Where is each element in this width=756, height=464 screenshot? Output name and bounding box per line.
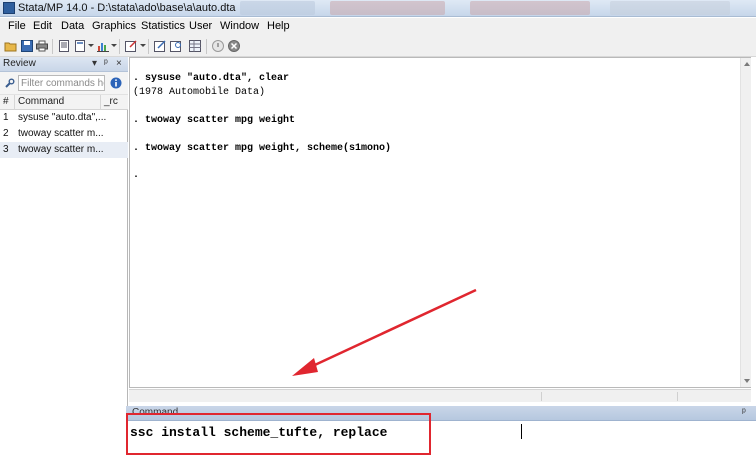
review-row[interactable]: 2 twoway scatter m... <box>0 126 128 142</box>
toolbar <box>0 36 756 57</box>
row-num: 3 <box>3 144 9 155</box>
review-header: Review ▾ ᵖ × <box>0 57 128 72</box>
results-line: . <box>133 170 140 181</box>
viewer-dropdown-arrow[interactable] <box>88 44 94 47</box>
column-num[interactable]: # <box>3 96 9 107</box>
stata-app-icon <box>3 2 15 14</box>
row-num: 1 <box>3 112 9 123</box>
break-icon[interactable] <box>227 39 241 53</box>
results-line: (1978 Automobile Data) <box>133 87 266 98</box>
command-input[interactable] <box>130 423 530 441</box>
background-tab-4[interactable] <box>610 1 730 15</box>
pin-icon[interactable]: ᵖ <box>104 58 108 69</box>
results-line: . twoway scatter mpg weight <box>133 115 296 126</box>
open-icon[interactable] <box>4 39 18 53</box>
close-icon[interactable]: × <box>116 58 122 69</box>
row-command: sysuse "auto.dta",... <box>18 112 107 123</box>
command-header: Command ᵖ <box>126 406 756 421</box>
print-icon[interactable] <box>35 39 49 53</box>
graph-icon[interactable] <box>96 39 110 53</box>
review-row-selected[interactable]: 3 twoway scatter m... <box>0 142 128 158</box>
more-icon[interactable] <box>211 39 225 53</box>
filter-commands-input[interactable] <box>18 75 105 91</box>
command-window: Command ᵖ <box>126 406 756 464</box>
results-scrollbar[interactable] <box>740 58 751 387</box>
window-title: Stata/MP 14.0 - D:\stata\ado\base\a\auto… <box>18 2 236 14</box>
log-icon[interactable] <box>57 39 71 53</box>
column-rc[interactable]: _rc <box>104 96 118 107</box>
review-filter-bar <box>0 72 128 94</box>
results-line: . sysuse "auto.dta", clear <box>133 73 290 84</box>
annotation-arrow <box>292 288 477 376</box>
menu-graphics[interactable]: Graphics <box>92 20 136 32</box>
review-panel: Review ▾ ᵖ × # Command _rc 1 sysuse "aut… <box>0 57 128 464</box>
command-title: Command <box>132 407 179 418</box>
row-command: twoway scatter m... <box>18 144 104 155</box>
menu-statistics[interactable]: Statistics <box>141 20 185 32</box>
background-tab-1[interactable] <box>240 1 315 15</box>
pin-icon[interactable]: ᵖ <box>742 407 746 418</box>
review-column-header: # Command _rc <box>0 94 128 110</box>
menu-data[interactable]: Data <box>61 20 84 32</box>
row-command: twoway scatter m... <box>18 128 104 139</box>
scroll-up-arrow[interactable] <box>744 62 750 66</box>
menu-edit[interactable]: Edit <box>33 20 52 32</box>
menu-bar: File Edit Data Graphics Statistics User … <box>0 18 756 36</box>
data-editor-icon[interactable] <box>153 39 167 53</box>
menu-user[interactable]: User <box>189 20 212 32</box>
scroll-down-arrow[interactable] <box>744 379 750 383</box>
menu-window[interactable]: Window <box>220 20 259 32</box>
menu-file[interactable]: File <box>8 20 26 32</box>
results-status-strip <box>129 389 751 402</box>
row-num: 2 <box>3 128 9 139</box>
menu-help[interactable]: Help <box>267 20 290 32</box>
results-line: . twoway scatter mpg weight, scheme(s1mo… <box>133 143 392 154</box>
viewer-icon[interactable] <box>73 39 87 53</box>
background-tab-2[interactable] <box>330 1 445 15</box>
title-bar: Stata/MP 14.0 - D:\stata\ado\base\a\auto… <box>0 0 756 17</box>
do-file-dropdown-arrow[interactable] <box>140 44 146 47</box>
review-row[interactable]: 1 sysuse "auto.dta",... <box>0 110 128 126</box>
data-browser-icon[interactable] <box>169 39 183 53</box>
graph-dropdown-arrow[interactable] <box>111 44 117 47</box>
do-file-editor-icon[interactable] <box>124 39 138 53</box>
text-cursor <box>521 424 522 439</box>
review-title: Review <box>3 58 36 69</box>
variables-manager-icon[interactable] <box>188 39 202 53</box>
column-command[interactable]: Command <box>18 96 64 107</box>
wrench-icon[interactable] <box>4 78 15 89</box>
save-icon[interactable] <box>20 39 34 53</box>
review-options-icon[interactable]: ▾ <box>92 58 97 69</box>
background-tab-3[interactable] <box>470 1 590 15</box>
info-icon[interactable] <box>110 77 122 89</box>
